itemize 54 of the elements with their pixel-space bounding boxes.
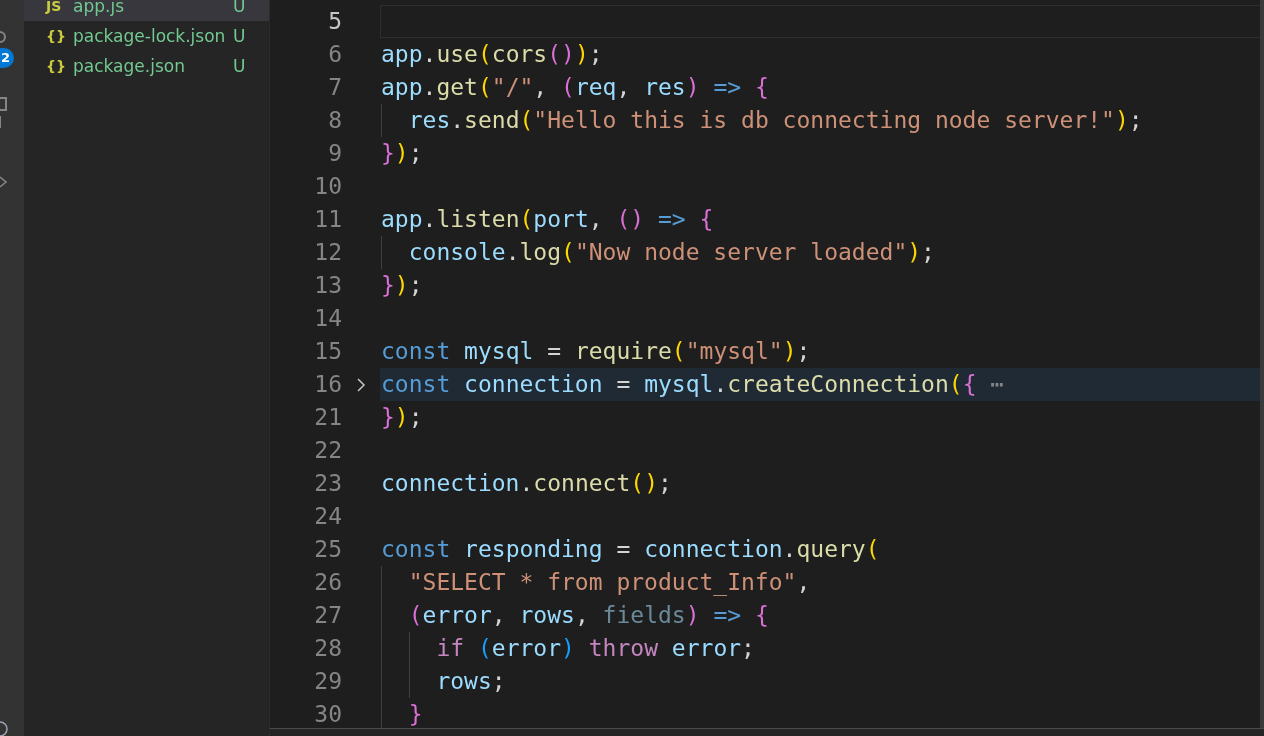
line-number: 25 [313,535,342,564]
file-item[interactable]: JS app.js U [24,0,269,21]
file-item[interactable]: {} package.json U [24,51,269,81]
line-number: 7 [327,73,342,102]
code-line: app.listen(port, () => { [380,205,715,234]
line-number: 29 [313,667,342,696]
code-line: }); [380,403,424,432]
code-line: const responding = connection.query( [380,535,881,564]
git-status: U [233,26,245,46]
line-number: 10 [313,172,342,201]
line-number: 27 [313,601,342,630]
file-name: package.json [73,56,186,76]
line-number: 15 [313,337,342,366]
horizontal-scrollbar[interactable] [270,729,1264,736]
chevron-icon[interactable] [0,175,8,189]
file-name: package-lock.json [73,26,227,46]
line-number: 26 [313,568,342,597]
file-name: app.js [73,0,125,16]
line-number: 12 [313,238,342,267]
code-line: const mysql = require("mysql"); [380,337,812,366]
file-icon: JS [46,0,73,14]
code-line: connection.connect(); [380,469,673,498]
line-number: 28 [313,634,342,663]
code-line: "SELECT * from product_Info", [380,566,1264,599]
code-line: rows; [380,665,1264,698]
notification-badge: 2 [0,48,14,68]
code-line: res.send("Hello this is db connecting node server!"); [380,104,1264,137]
line-number: 14 [313,304,342,333]
code-line: console.log("Now node server loaded"); [380,236,1264,269]
file-icon: {} [46,58,73,74]
line-number: 5 [327,7,342,36]
code-line: } [380,698,1264,731]
line-number: 24 [313,502,342,531]
line-number: 22 [313,436,342,465]
line-number: 30 [313,700,342,729]
code-line: }); [380,139,424,168]
code-line: if (error) throw error; [380,632,1264,665]
file-item[interactable]: {} package-lock.json U [24,21,269,51]
line-number: 21 [313,403,342,432]
line-number: 8 [327,106,342,135]
file-icon: {} [46,28,73,44]
line-number: 11 [313,205,342,234]
line-number: 23 [313,469,342,498]
line-number: 9 [327,139,342,168]
code-line: (error, rows, fields) => { [380,599,1264,632]
code-line: app.get("/", (req, res) => { [380,73,770,102]
code-line: }); [380,271,424,300]
code-line: app.use(cors()); [380,40,604,69]
line-number: 13 [313,271,342,300]
line-number: 16 [313,370,342,399]
fold-chevron-icon[interactable] [356,376,366,393]
git-status: U [233,0,245,16]
line-number: 6 [327,40,342,69]
git-status: U [233,56,245,76]
